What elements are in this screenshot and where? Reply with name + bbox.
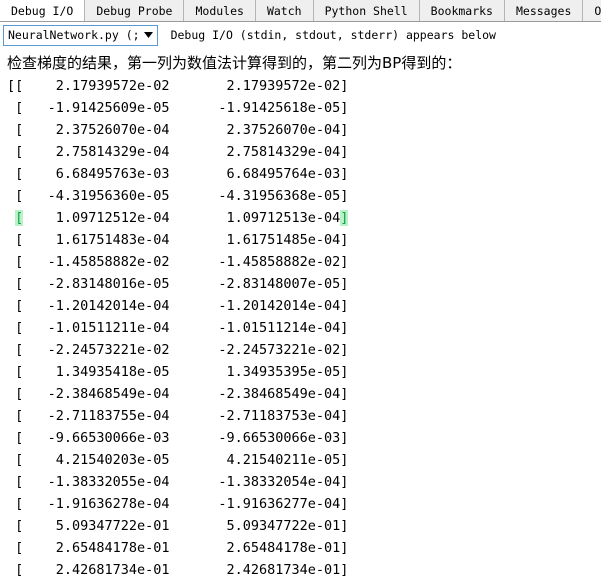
tab-modules[interactable]: Modules [184,0,256,21]
toolbar-note: Debug I/O (stdin, stdout, stderr) appear… [170,28,496,42]
console-output-row: [ -2.71183755e-04 -2.71183753e-04] [7,408,349,424]
console-output-row: [[ 2.17939572e-02 2.17939572e-02] [7,78,349,94]
console-output-row: [ 5.09347722e-01 5.09347722e-01] [7,518,349,534]
chevron-down-icon[interactable] [143,32,155,38]
console-output-row: [ -1.91636278e-04 -1.91636277e-04] [7,496,349,512]
tab-label: Debug Probe [96,4,173,18]
console-output-row: [ -1.20142014e-04 -1.20142014e-04] [7,298,349,314]
tab-bookmarks[interactable]: Bookmarks [419,0,505,21]
tab-label: Messages [515,4,572,18]
console-output-row: [ -9.66530066e-03 -9.66530066e-03] [7,430,349,446]
tab-debug-io[interactable]: Debug I/O [0,0,86,21]
tab-messages[interactable]: Messages [504,0,584,21]
console-output-row: [ 2.37526070e-04 2.37526070e-04] [7,122,349,138]
tab-os-command[interactable]: OS Comman [583,0,601,21]
tab-label: OS Comman [594,4,601,18]
console-output-row: [ 2.42681734e-01 2.42681734e-01] [7,562,349,578]
toolbar: NeuralNetwork.py (; Debug I/O (stdin, st… [0,22,601,48]
console-output-row: [ 2.65484178e-01 2.65484178e-01] [7,540,349,556]
console-output-row: [ -2.83148016e-05 -2.83148007e-05] [7,276,349,292]
console-output-row: [ 1.09712512e-04 1.09712513e-04] [15,210,349,226]
tab-label: Bookmarks [430,4,493,18]
tab-bar: Debug I/O Debug Probe Modules Watch Python S… [0,0,601,22]
debug-io-console[interactable]: 检查梯度的结果，第一列为数值法计算得到的，第二列为BP得到的： [[ 2.179… [0,48,601,584]
console-message: 检查梯度的结果，第一列为数值法计算得到的，第二列为BP得到的： [7,54,462,72]
console-output-row: [ -2.38468549e-04 -2.38468549e-04] [7,386,349,402]
tab-label: Python Shell [324,4,408,18]
console-output-row: [ 6.68495763e-03 6.68495764e-03] [7,166,349,182]
console-output-row: [ -2.24573221e-02 -2.24573221e-02] [7,342,349,358]
tab-debug-probe[interactable]: Debug Probe [85,0,185,21]
console-output-row: [ 4.21540203e-05 4.21540211e-05] [7,452,349,468]
tab-label: Debug I/O [11,3,74,18]
console-output-row: [ 1.34935418e-05 1.34935395e-05] [7,364,349,380]
console-output-row: [ 1.61751483e-04 1.61751485e-04] [7,232,349,248]
file-selector-dropdown[interactable]: NeuralNetwork.py (; [3,24,158,46]
file-selector-value: NeuralNetwork.py (; [8,28,140,42]
console-output-row: [ -4.31956360e-05 -4.31956368e-05] [7,188,349,204]
console-output-row: [ -1.91425609e-05 -1.91425618e-05] [7,100,349,116]
tab-label: Watch [266,4,302,18]
console-output-rows: [[ 2.17939572e-02 2.17939572e-02] [ -1.9… [0,75,601,581]
console-output-row: [ -1.38332055e-04 -1.38332054e-04] [7,474,349,490]
console-output-row: [ -1.01511211e-04 -1.01511214e-04] [7,320,349,336]
console-output-row: [ -1.45858882e-02 -1.45858882e-02] [7,254,349,270]
tab-label: Modules [195,4,244,18]
bracket-highlight-close: ] [340,210,349,226]
tab-python-shell[interactable]: Python Shell [313,0,420,21]
bracket-highlight-open: [ [15,210,24,226]
tab-watch[interactable]: Watch [255,0,314,21]
console-output-row: [ 2.75814329e-04 2.75814329e-04] [7,144,349,160]
